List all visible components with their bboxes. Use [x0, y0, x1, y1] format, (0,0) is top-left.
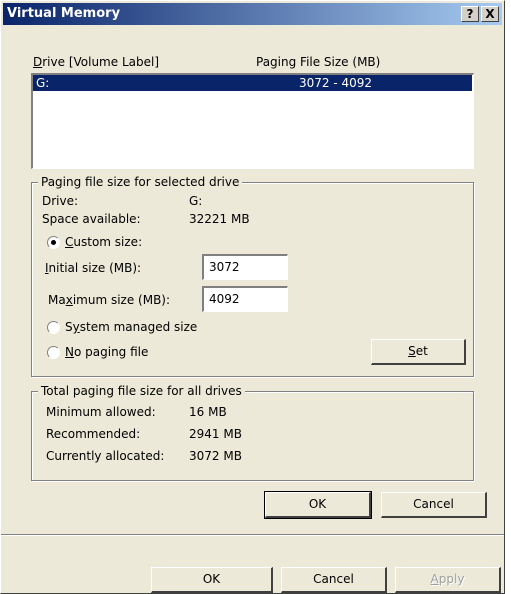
currently-allocated-label: Currently allocated:: [46, 449, 165, 463]
virtual-memory-dialog: Virtual Memory ? X Drive [Volume Label] …: [0, 0, 505, 594]
totals-legend: Total paging file size for all drives: [38, 384, 245, 398]
recommended-value: 2941 MB: [189, 427, 242, 441]
set-button[interactable]: Set: [371, 339, 466, 365]
column-header-paging-size: Paging File Size (MB): [256, 55, 381, 69]
radio-dot: [51, 240, 56, 245]
drive-value: G:: [189, 194, 203, 208]
selected-drive-legend: Paging file size for selected drive: [38, 175, 243, 189]
help-button[interactable]: ?: [461, 6, 479, 22]
column-header-drive: Drive [Volume Label]: [33, 55, 159, 69]
drive-list[interactable]: G: 3072 - 4092: [31, 73, 474, 169]
separator: [1, 534, 504, 536]
minimum-allowed-label: Minimum allowed:: [46, 405, 156, 419]
window-title: Virtual Memory: [7, 6, 121, 21]
currently-allocated-value: 3072 MB: [189, 449, 242, 463]
no-paging-file-radio[interactable]: [47, 346, 60, 359]
initial-size-label: Initial size (MB):: [45, 261, 142, 275]
list-item[interactable]: G: 3072 - 4092: [33, 75, 472, 91]
cancel-button[interactable]: Cancel: [381, 492, 487, 518]
parent-cancel-button[interactable]: Cancel: [281, 567, 387, 593]
title-bar[interactable]: Virtual Memory ? X: [3, 3, 502, 25]
space-available-value: 32221 MB: [189, 212, 250, 226]
space-available-label: Space available:: [42, 212, 141, 226]
system-managed-radio[interactable]: [47, 321, 60, 334]
maximum-size-label: Maximum size (MB):: [48, 293, 171, 307]
close-button[interactable]: X: [481, 6, 499, 22]
custom-size-radio[interactable]: [47, 236, 60, 249]
recommended-label: Recommended:: [46, 427, 141, 441]
drive-paging-size: 3072 - 4092: [299, 76, 373, 90]
system-managed-label[interactable]: System managed size: [65, 320, 197, 334]
custom-size-label[interactable]: Custom size:: [65, 235, 142, 249]
maximum-size-input[interactable]: 4092: [202, 286, 288, 312]
minimum-allowed-value: 16 MB: [189, 405, 227, 419]
drive-letter: G:: [36, 76, 50, 90]
parent-ok-button[interactable]: OK: [151, 567, 273, 593]
drive-label: Drive:: [42, 194, 79, 208]
ok-button[interactable]: OK: [264, 491, 372, 519]
apply-button[interactable]: Apply: [395, 567, 501, 593]
initial-size-input[interactable]: 3072: [202, 254, 288, 280]
no-paging-file-label[interactable]: No paging file: [65, 345, 148, 359]
